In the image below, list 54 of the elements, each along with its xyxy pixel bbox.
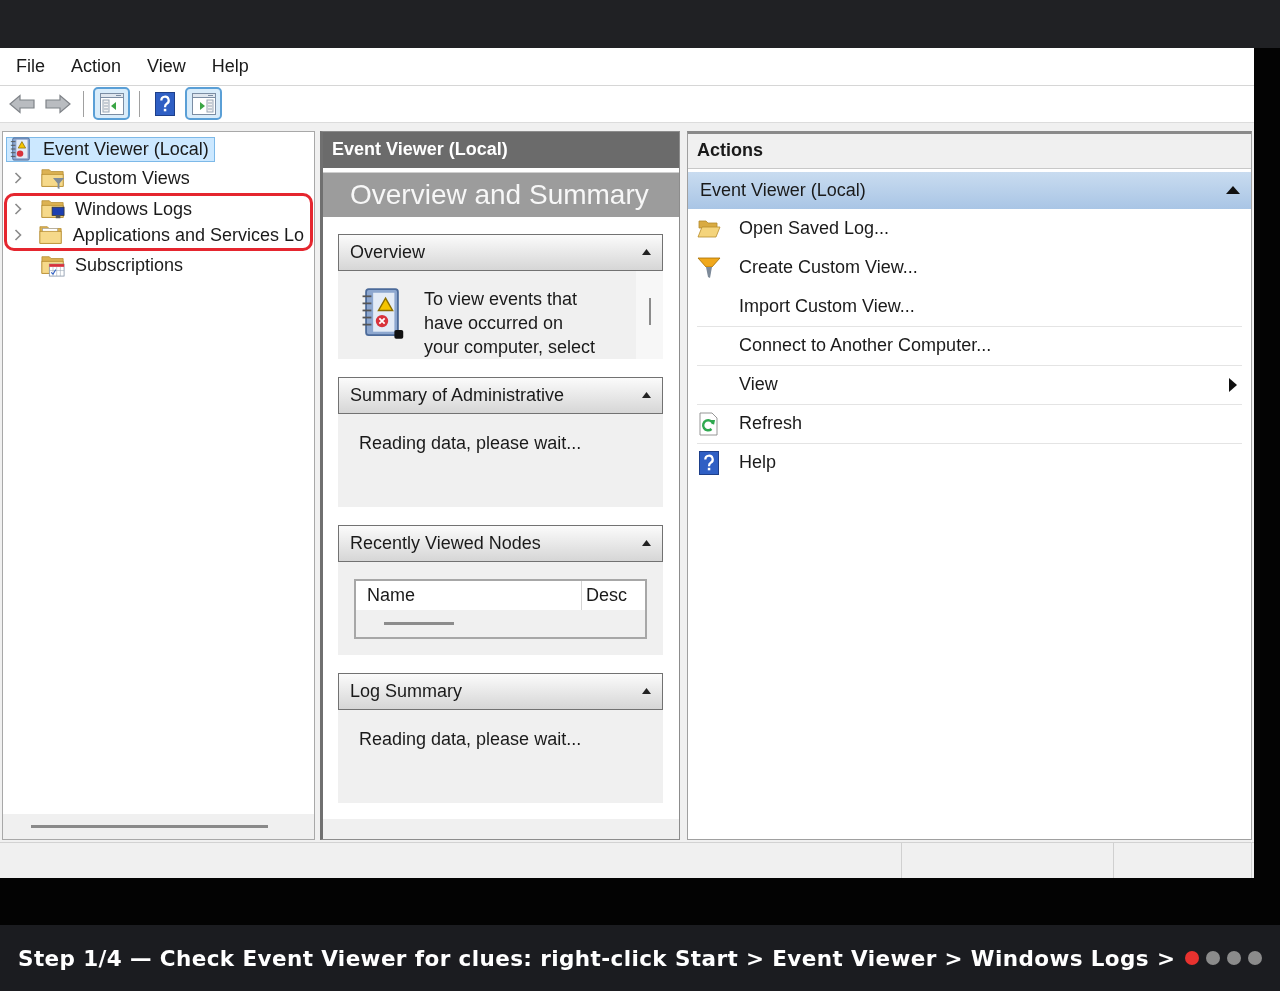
- pane-title: Event Viewer (Local): [323, 131, 679, 168]
- folder-funnel-icon: [41, 166, 65, 191]
- page-heading: Overview and Summary: [323, 172, 679, 217]
- right-arrow-icon: [45, 93, 71, 114]
- vertical-scrollbar[interactable]: [636, 270, 663, 359]
- command-link[interactable]: Open Saved Log...: [697, 208, 1242, 248]
- menu-item[interactable]: File: [16, 54, 45, 79]
- help-icon: [155, 91, 175, 116]
- pane-toggle-button[interactable]: [93, 87, 130, 121]
- section-header[interactable]: Recently Viewed Nodes: [338, 524, 663, 562]
- command-link[interactable]: Create Custom View...: [697, 247, 1242, 287]
- column-header[interactable]: Name: [356, 580, 582, 610]
- pane-toggle-button[interactable]: [185, 87, 222, 121]
- status-message: Reading data, please wait...: [359, 728, 582, 749]
- event-log-icon: [9, 137, 33, 162]
- funnel-icon: [697, 255, 721, 280]
- folder-calendar-icon: [41, 253, 65, 278]
- caret-icon: [642, 540, 651, 547]
- group-header[interactable]: Event Viewer (Local): [688, 171, 1251, 209]
- chevron-icon[interactable]: [14, 228, 22, 241]
- help-icon: [697, 450, 721, 475]
- section-header[interactable]: Overview: [338, 233, 663, 271]
- intro-text: To view events that have occurred on your computer, select: [424, 287, 597, 359]
- command-link[interactable]: Import Custom View...: [697, 286, 1242, 326]
- caret-icon: [642, 249, 651, 256]
- section-header[interactable]: Log Summary: [338, 672, 663, 710]
- left-arrow-icon: [9, 93, 35, 114]
- tree-item[interactable]: Event Viewer (Local): [6, 136, 215, 162]
- chevron-icon[interactable]: [14, 202, 22, 215]
- caption-text: Step 1/4 — Check Event Viewer for clues: right-click Start > Event Viewer > Windows Logs >: [18, 945, 1176, 971]
- caret-icon: [642, 392, 651, 399]
- scrollbar-thumb[interactable]: [31, 825, 268, 829]
- pane-title: Actions: [688, 133, 1251, 169]
- menu-item[interactable]: View: [147, 54, 186, 79]
- menu-item[interactable]: Help: [211, 54, 249, 79]
- section-header[interactable]: Summary of Administrative: [338, 376, 663, 414]
- scrollbar-thumb[interactable]: [384, 621, 454, 625]
- column-header[interactable]: Desc: [582, 580, 627, 610]
- window-panes-icon: [99, 92, 124, 115]
- tree-item[interactable]: Applications and Services Lo: [35, 222, 310, 248]
- menu-item[interactable]: Action: [71, 54, 122, 79]
- tree-item[interactable]: Windows Logs: [38, 196, 199, 222]
- caret-icon: [642, 688, 651, 695]
- command-link[interactable]: Connect to Another Computer...: [697, 325, 1242, 365]
- command-link[interactable]: Refresh: [697, 403, 1242, 443]
- tree-item[interactable]: Subscriptions: [38, 252, 190, 278]
- refresh-icon: [697, 411, 721, 436]
- window-panes-icon: [191, 92, 216, 115]
- chevron-icon[interactable]: [14, 172, 22, 185]
- tree-item[interactable]: Custom Views: [38, 165, 196, 191]
- command-link[interactable]: Help: [697, 442, 1242, 482]
- status-message: Reading data, please wait...: [359, 432, 582, 453]
- command-link[interactable]: View: [697, 364, 1242, 404]
- caret-icon: [1226, 186, 1240, 195]
